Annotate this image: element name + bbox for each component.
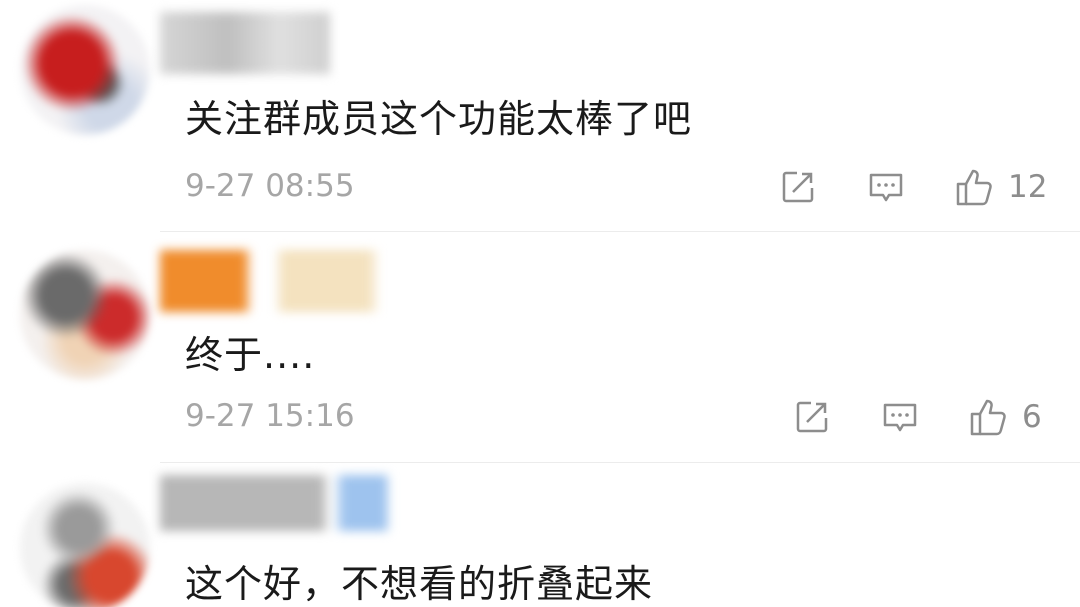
comment-icon [880, 397, 920, 437]
avatar[interactable] [20, 5, 150, 135]
comment-text: 这个好，不想看的折叠起来 [185, 562, 654, 606]
share-button[interactable] [778, 167, 818, 207]
comment-time: 9-27 08:55 [185, 168, 355, 204]
like-button[interactable]: 6 [968, 396, 1042, 438]
username-blurred[interactable] [160, 475, 390, 531]
comment-time: 9-27 15:16 [185, 398, 355, 434]
share-icon [778, 167, 818, 207]
share-icon [792, 397, 832, 437]
reply-button[interactable] [866, 167, 906, 207]
comment-item: 关注群成员这个功能太棒了吧 9-27 08:55 12 [0, 0, 1080, 231]
thumbs-up-icon [954, 166, 996, 208]
like-count: 12 [1008, 169, 1048, 205]
comment-text: 关注群成员这个功能太棒了吧 [185, 97, 693, 141]
comment-actions: 12 [778, 165, 1047, 209]
comment-item: 终于.... 9-27 15:16 6 [0, 232, 1080, 462]
avatar[interactable] [20, 250, 150, 380]
thumbs-up-icon [968, 396, 1010, 438]
like-count: 6 [1022, 399, 1042, 435]
username-blurred[interactable] [160, 250, 380, 312]
comment-feed: 关注群成员这个功能太棒了吧 9-27 08:55 12 终于.... 9-27 … [0, 0, 1080, 607]
like-button[interactable]: 12 [954, 166, 1047, 208]
comment-text: 终于.... [185, 333, 316, 377]
avatar[interactable] [20, 483, 150, 607]
comment-actions: 6 [792, 395, 1042, 439]
comment-icon [866, 167, 906, 207]
reply-button[interactable] [880, 397, 920, 437]
share-button[interactable] [792, 397, 832, 437]
comment-item: 这个好，不想看的折叠起来 [0, 463, 1080, 607]
username-blurred[interactable] [160, 12, 330, 74]
